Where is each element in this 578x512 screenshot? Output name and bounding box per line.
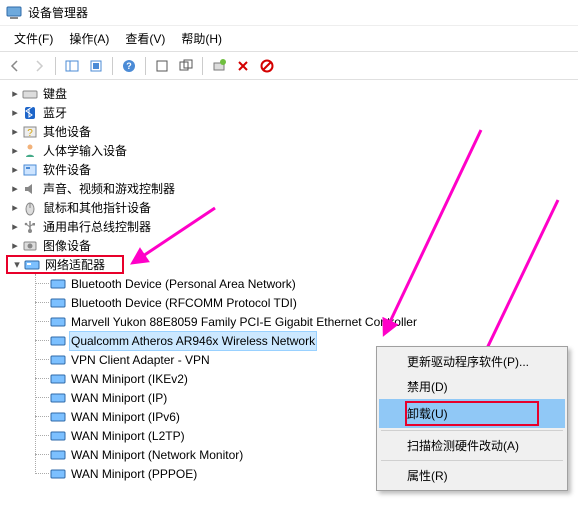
tree-node[interactable]: ▸ 图像设备 xyxy=(8,236,578,255)
caret-down-icon[interactable]: ▾ xyxy=(10,256,24,274)
caret-right-icon[interactable]: ▸ xyxy=(8,104,22,122)
camera-icon xyxy=(22,238,38,254)
window-title: 设备管理器 xyxy=(28,4,88,21)
tree-node[interactable]: ▸ 鼠标和其他指针设备 xyxy=(8,198,578,217)
tree-node-label: 软件设备 xyxy=(41,161,93,179)
other-icon: ? xyxy=(22,124,38,140)
usb-icon xyxy=(22,219,38,235)
menubar: 文件(F) 操作(A) 查看(V) 帮助(H) xyxy=(0,26,578,52)
disable-toolbar-icon[interactable] xyxy=(256,55,278,77)
tree-node[interactable]: ▸ 通用串行总线控制器 xyxy=(8,217,578,236)
tree-child-label: VPN Client Adapter - VPN xyxy=(69,351,212,369)
software-icon xyxy=(22,162,38,178)
nav-forward-icon[interactable] xyxy=(28,55,50,77)
separator xyxy=(381,460,563,461)
context-menu: 更新驱动程序软件(P)... 禁用(D) 卸载(U) 扫描检测硬件改动(A) 属… xyxy=(376,346,568,491)
separator xyxy=(202,57,203,75)
tree-node-network-adapters[interactable]: ▾ 网络适配器 xyxy=(6,255,124,274)
tree-child-label: Marvell Yukon 88E8059 Family PCI-E Gigab… xyxy=(69,313,419,331)
caret-right-icon[interactable]: ▸ xyxy=(8,161,22,179)
caret-right-icon[interactable]: ▸ xyxy=(8,218,22,236)
tree-node-label: 通用串行总线控制器 xyxy=(41,218,153,236)
caret-right-icon[interactable]: ▸ xyxy=(8,199,22,217)
separator xyxy=(55,57,56,75)
menu-action[interactable]: 操作(A) xyxy=(61,28,117,49)
tree-node[interactable]: ▸ 蓝牙 xyxy=(8,103,578,122)
tree-node[interactable]: ▸ 软件设备 xyxy=(8,160,578,179)
tree-child-label: WAN Miniport (IPv6) xyxy=(69,408,182,426)
toolbar: ? xyxy=(0,52,578,80)
tree-node-label: 人体学输入设备 xyxy=(41,142,129,160)
toolbar-icon-1[interactable] xyxy=(151,55,173,77)
ctx-properties[interactable]: 属性(R) xyxy=(379,463,565,488)
tree-node-label: 图像设备 xyxy=(41,237,93,255)
network-adapter-icon xyxy=(50,371,66,387)
network-adapter-icon xyxy=(50,314,66,330)
tree-node[interactable]: ▸ 人体学输入设备 xyxy=(8,141,578,160)
separator xyxy=(145,57,146,75)
caret-right-icon[interactable]: ▸ xyxy=(8,123,22,141)
tree-child-label: Bluetooth Device (RFCOMM Protocol TDI) xyxy=(69,294,299,312)
ctx-uninstall[interactable]: 卸载(U) xyxy=(379,399,565,428)
svg-text:?: ? xyxy=(126,61,132,71)
caret-right-icon[interactable]: ▸ xyxy=(8,180,22,198)
tree-child-label: WAN Miniport (IKEv2) xyxy=(69,370,190,388)
menu-view[interactable]: 查看(V) xyxy=(117,28,173,49)
network-adapter-icon xyxy=(50,428,66,444)
tree-node[interactable]: ▸? 其他设备 xyxy=(8,122,578,141)
nav-back-icon[interactable] xyxy=(4,55,26,77)
toolbar-icon-2[interactable] xyxy=(175,55,197,77)
keyboard-icon xyxy=(22,86,38,102)
separator xyxy=(112,57,113,75)
tree-node[interactable]: ▸ 声音、视频和游戏控制器 xyxy=(8,179,578,198)
help-icon[interactable]: ? xyxy=(118,55,140,77)
svg-text:?: ? xyxy=(27,128,33,139)
sound-icon xyxy=(22,181,38,197)
tree-node-label: 网络适配器 xyxy=(43,256,107,274)
ctx-update-driver[interactable]: 更新驱动程序软件(P)... xyxy=(379,349,565,374)
ctx-uninstall-label: 卸载(U) xyxy=(405,401,539,426)
network-icon xyxy=(24,257,40,273)
window-titlebar: 设备管理器 xyxy=(0,0,578,26)
tree-child-label: WAN Miniport (Network Monitor) xyxy=(69,446,245,464)
caret-right-icon[interactable]: ▸ xyxy=(8,142,22,160)
tree-child-label: Bluetooth Device (Personal Area Network) xyxy=(69,275,298,293)
show-hide-tree-icon[interactable] xyxy=(61,55,83,77)
uninstall-toolbar-icon[interactable] xyxy=(232,55,254,77)
tree-child-label: WAN Miniport (IP) xyxy=(69,389,169,407)
caret-right-icon[interactable]: ▸ xyxy=(8,237,22,255)
tree-node-label: 键盘 xyxy=(41,85,69,103)
network-adapter-icon xyxy=(50,447,66,463)
tree-node[interactable]: ▸ 键盘 xyxy=(8,84,578,103)
tree-child-node[interactable]: Bluetooth Device (Personal Area Network) xyxy=(30,274,578,293)
device-manager-icon xyxy=(6,5,22,21)
network-adapter-icon xyxy=(50,409,66,425)
caret-right-icon[interactable]: ▸ xyxy=(8,85,22,103)
tree-child-label: WAN Miniport (PPPOE) xyxy=(69,465,199,483)
network-adapter-icon xyxy=(50,276,66,292)
bluetooth-icon xyxy=(22,105,38,121)
tree-node-label: 其他设备 xyxy=(41,123,93,141)
menu-help[interactable]: 帮助(H) xyxy=(173,28,230,49)
network-adapter-icon xyxy=(50,352,66,368)
network-adapter-icon xyxy=(50,295,66,311)
tree-child-label: Qualcomm Atheros AR946x Wireless Network xyxy=(69,331,317,351)
tree-node-label: 蓝牙 xyxy=(41,104,69,122)
tree-child-node[interactable]: Marvell Yukon 88E8059 Family PCI-E Gigab… xyxy=(30,312,578,331)
hid-icon xyxy=(22,143,38,159)
menu-file[interactable]: 文件(F) xyxy=(6,28,61,49)
network-adapter-icon xyxy=(50,390,66,406)
tree-node-label: 鼠标和其他指针设备 xyxy=(41,199,153,217)
tree-child-node[interactable]: Bluetooth Device (RFCOMM Protocol TDI) xyxy=(30,293,578,312)
tree-node-label: 声音、视频和游戏控制器 xyxy=(41,180,177,198)
mouse-icon xyxy=(22,200,38,216)
scan-hardware-icon[interactable] xyxy=(208,55,230,77)
refresh-icon[interactable] xyxy=(85,55,107,77)
network-adapter-icon xyxy=(50,333,66,349)
separator xyxy=(381,430,563,431)
tree-child-label: WAN Miniport (L2TP) xyxy=(69,427,187,445)
network-adapter-icon xyxy=(50,466,66,482)
ctx-scan-hardware[interactable]: 扫描检测硬件改动(A) xyxy=(379,433,565,458)
ctx-disable[interactable]: 禁用(D) xyxy=(379,374,565,399)
